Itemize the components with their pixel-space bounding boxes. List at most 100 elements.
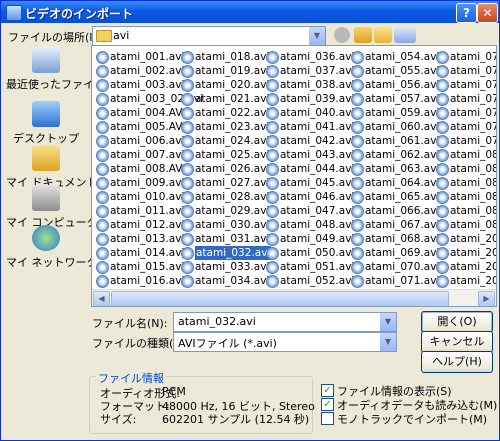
chevron-down-icon[interactable]: ▼ [308,27,325,45]
file-item[interactable]: atami_039.avi [264,92,354,106]
file-item[interactable]: atami_038.avi [264,78,354,92]
file-item[interactable]: atami_079.av [434,134,496,148]
place-network[interactable]: マイ ネットワーク [6,225,98,270]
help-button[interactable]: ヘルプ(H) [421,351,493,373]
view-menu-icon[interactable] [394,27,416,43]
file-item[interactable]: atami_078.av [434,120,496,134]
file-item[interactable]: atami_023.avi [179,120,269,134]
file-item[interactable]: atami_064.avi [349,176,439,190]
file-item[interactable]: atami_083.av [434,190,496,204]
file-item[interactable]: atami_071.avi [349,274,439,288]
file-item[interactable]: atami_024.avi [179,134,269,148]
file-item[interactable]: atami_006.avi [94,134,184,148]
file-item[interactable]: atami_075.av [434,78,496,92]
file-item[interactable]: atami_082.av [434,176,496,190]
file-item[interactable]: atami_065.avi [349,190,439,204]
file-item[interactable]: atami_076.av [434,92,496,106]
file-item[interactable]: atami_052.avi [264,274,354,288]
file-item[interactable]: atami_032.avi [179,246,272,260]
open-button[interactable]: 開く(O) [421,311,493,333]
scroll-left-icon[interactable]: ◀ [93,291,110,306]
file-item[interactable]: atami_045.avi [264,176,354,190]
up-folder-icon[interactable] [354,27,372,43]
checkbox-box[interactable] [321,412,334,425]
file-item[interactable]: atami_054.avi [349,50,439,64]
file-item[interactable]: atami_069.avi [349,246,439,260]
file-item[interactable]: atami_015.avi [94,260,184,274]
file-item[interactable]: atami_030.avi [179,218,269,232]
scrollbar-thumb[interactable] [111,291,449,306]
filename-input[interactable]: atami_032.avi ▼ [173,312,397,332]
file-item[interactable]: atami_011.avi [94,204,184,218]
file-item[interactable]: atami_062.avi [349,148,439,162]
file-item[interactable]: atami_068.avi [349,232,439,246]
file-item[interactable]: atami_031.avi [179,232,269,246]
file-item[interactable]: atami_057.avi [349,92,439,106]
file-item[interactable]: atami_046.avi [264,190,354,204]
file-item[interactable]: atami_044.avi [264,162,354,176]
place-documents[interactable]: マイ ドキュメント [6,145,98,190]
place-recent[interactable]: 最近使ったファイル [6,47,105,92]
file-item[interactable]: atami_007.avi [94,148,184,162]
file-item[interactable]: atami_013.avi [94,232,184,246]
help-icon[interactable]: ? [456,3,477,23]
file-item[interactable]: atami_049.avi [264,232,354,246]
file-item[interactable]: atami_029.avi [179,204,269,218]
file-item[interactable]: atami_047.avi [264,204,354,218]
file-item[interactable]: atami_081.av [434,162,496,176]
place-desktop[interactable]: デスクトップ [6,101,86,146]
file-item[interactable]: atami_018.avi [179,50,269,64]
cancel-button[interactable]: キャンセル [421,331,493,353]
file-item[interactable]: atami_010.avi [94,190,184,204]
file-item[interactable]: atami_001.avi [94,50,184,64]
back-icon[interactable] [334,27,350,43]
file-item[interactable]: atami_040.avi [264,106,354,120]
file-item[interactable]: atami_204.av [434,274,496,288]
file-list[interactable]: atami_001.avi atami_002.avi atami_003.avi a… [91,45,497,307]
file-item[interactable]: atami_008.AVI [94,162,186,176]
filetype-select[interactable]: AVIファイル (*.avi) ▼ [173,332,397,352]
file-item[interactable]: atami_027.avi [179,176,269,190]
file-item[interactable]: atami_009.avi [94,176,184,190]
file-item[interactable]: atami_020.avi [179,78,269,92]
file-item[interactable]: atami_063.avi [349,162,439,176]
file-item[interactable]: atami_077.av [434,106,496,120]
file-item[interactable]: atami_061.avi [349,134,439,148]
file-item[interactable]: atami_036.avi [264,50,354,64]
file-item[interactable]: atami_074.av [434,64,496,78]
place-computer[interactable]: マイ コンピュータ [6,185,98,230]
file-item[interactable]: atami_084.av [434,204,496,218]
file-item[interactable]: atami_056.avi [349,78,439,92]
chevron-down-icon[interactable]: ▼ [380,313,396,331]
file-item[interactable]: atami_051.avi [264,260,354,274]
file-item[interactable]: atami_041.avi [264,120,354,134]
file-item[interactable]: atami_037.avi [264,64,354,78]
file-item[interactable]: atami_019.avi [179,64,269,78]
file-item[interactable]: atami_021.avi [179,92,269,106]
file-item[interactable]: atami_080.av [434,148,496,162]
new-folder-icon[interactable] [374,27,392,43]
file-item[interactable]: atami_014.avi [94,246,184,260]
file-item[interactable]: atami_016.avi [94,274,184,288]
file-item[interactable]: atami_026.avi [179,162,269,176]
file-item[interactable]: atami_203.av [434,260,496,274]
file-item[interactable]: atami_025.avi [179,148,269,162]
file-item[interactable]: atami_066.avi [349,204,439,218]
file-item[interactable]: atami_003_02.avi [94,92,203,106]
file-item[interactable]: atami_073.av [434,50,496,64]
file-item[interactable]: atami_043.avi [264,148,354,162]
file-item[interactable]: atami_028.avi [179,190,269,204]
lookin-combo[interactable]: avi ▼ [92,26,326,46]
file-item[interactable]: atami_004.AVI [94,106,186,120]
file-item[interactable]: atami_059.avi [349,106,439,120]
title-bar[interactable]: ビデオのインポート ? ✕ [1,1,499,23]
scroll-right-icon[interactable]: ▶ [478,291,495,306]
file-item[interactable]: atami_055.avi [349,64,439,78]
file-item[interactable]: atami_048.avi [264,218,354,232]
file-item[interactable]: atami_042.avi [264,134,354,148]
file-item[interactable]: atami_085.av [434,218,496,232]
file-item[interactable]: atami_067.avi [349,218,439,232]
checkbox-box[interactable]: ✓ [321,398,334,411]
horizontal-scrollbar[interactable]: ◀ ▶ [92,289,496,306]
file-item[interactable]: atami_022.avi [179,106,269,120]
